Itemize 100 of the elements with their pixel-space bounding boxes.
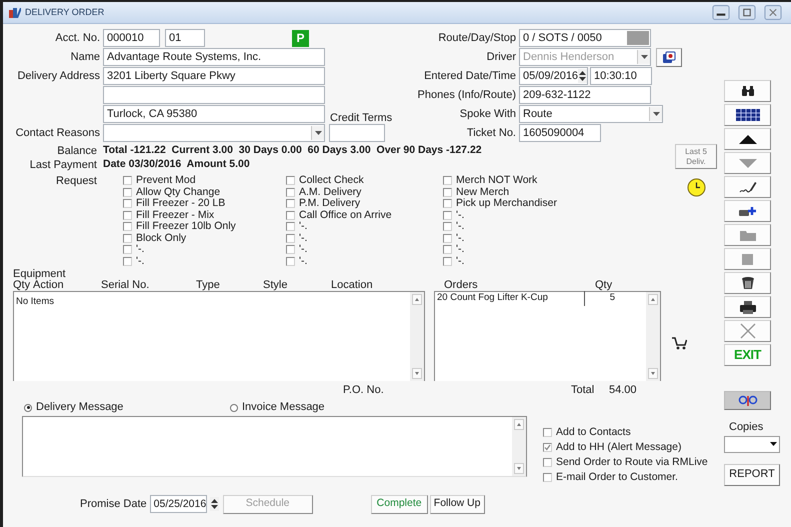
checkbox[interactable]	[286, 188, 295, 197]
checkbox-label: Send Order to Route via RMLive	[556, 454, 708, 470]
print-button[interactable]	[724, 296, 771, 318]
address-field[interactable]	[103, 86, 325, 104]
search-button[interactable]	[724, 80, 771, 102]
move-up-button[interactable]	[724, 128, 771, 150]
cart-icon[interactable]	[672, 337, 687, 350]
field-label: P.O. No.	[343, 382, 385, 398]
checkbox-label: '-.	[299, 256, 308, 267]
toggle-button[interactable]	[724, 391, 771, 410]
checkbox[interactable]	[443, 199, 452, 208]
field-label: Ticket No.	[466, 126, 516, 141]
clock-icon[interactable]	[686, 178, 706, 197]
checkbox[interactable]	[286, 245, 295, 254]
balance-summary: Date 03/30/2016 Amount 5.00	[103, 157, 250, 172]
balance-summary: Total -121.22 Current 3.00 30 Days 0.00 60 Days 3.00 Over 90 Days -127.22	[103, 143, 482, 158]
checkbox-label: Fill Freezer - Mix	[136, 210, 214, 221]
checkbox[interactable]	[443, 234, 452, 243]
checkbox[interactable]	[123, 176, 132, 186]
account-suffix-field[interactable]: 01	[165, 29, 205, 47]
scrollbar[interactable]	[512, 417, 526, 476]
scrollbar[interactable]	[410, 292, 424, 381]
checkbox-label: Add to HH (Alert Message)	[556, 440, 682, 455]
spoke-with-dropdown[interactable]: Route	[519, 105, 663, 123]
checkbox[interactable]	[443, 188, 452, 197]
folder-icon	[740, 229, 756, 241]
checkbox[interactable]	[286, 222, 295, 232]
checkbox[interactable]	[286, 256, 295, 266]
name-field[interactable]: Advantage Route Systems, Inc.	[103, 48, 325, 66]
table-button[interactable]	[724, 104, 771, 126]
scroll-down-button[interactable]	[514, 463, 524, 474]
triangle-down-icon	[738, 158, 756, 168]
checkbox[interactable]	[123, 222, 132, 232]
checkbox[interactable]	[123, 210, 132, 220]
field-label: Contact Reasons	[16, 126, 100, 141]
action-button[interactable]: Follow Up	[430, 494, 485, 514]
signature-button[interactable]	[724, 176, 771, 198]
date-spinner[interactable]	[578, 69, 588, 83]
checkbox[interactable]	[123, 234, 132, 243]
address-field[interactable]: 3201 Liberty Square Pkwy	[103, 67, 325, 85]
scroll-down-button[interactable]	[648, 368, 658, 379]
radio-button[interactable]	[230, 404, 238, 412]
copies-dropdown[interactable]	[724, 436, 780, 452]
scrollbar[interactable]	[646, 292, 660, 381]
link-icon	[738, 395, 758, 406]
scroll-down-button[interactable]	[412, 368, 422, 379]
checkbox[interactable]	[286, 199, 295, 208]
add-button[interactable]	[724, 200, 771, 222]
last-deliveries-button[interactable]: Last 5 Deliv.	[675, 144, 717, 169]
checkbox[interactable]	[286, 210, 295, 220]
time-field[interactable]: 10:30:10	[590, 67, 652, 85]
status-badge: P	[292, 30, 309, 46]
field-label: Phones (Info/Route)	[418, 88, 516, 103]
checkbox[interactable]	[123, 245, 132, 254]
caret-icon	[637, 50, 650, 64]
checkbox[interactable]	[443, 176, 452, 186]
checkbox[interactable]	[443, 245, 452, 254]
contact-button[interactable]	[656, 48, 682, 66]
report-button[interactable]: REPORT	[724, 464, 780, 486]
checkbox[interactable]	[543, 428, 552, 437]
scroll-up-button[interactable]	[514, 419, 524, 430]
checkbox[interactable]	[443, 210, 452, 220]
checkbox-label: P.M. Delivery	[299, 198, 360, 210]
checkbox-label: New Merch	[456, 186, 510, 198]
date-field[interactable]: 05/25/2016	[150, 495, 207, 513]
radio-button[interactable]	[24, 404, 32, 412]
checkbox[interactable]	[543, 458, 552, 467]
checkbox[interactable]	[286, 234, 295, 243]
scroll-up-button[interactable]	[412, 294, 422, 305]
address-field[interactable]: Turlock, CA 95380	[103, 105, 325, 123]
checkbox[interactable]	[443, 222, 452, 232]
section-title: Equipment	[13, 269, 67, 279]
checkbox[interactable]	[123, 256, 132, 266]
radio-label: Delivery Message	[36, 400, 124, 416]
checkbox[interactable]	[543, 443, 552, 452]
contact-reasons-dropdown[interactable]	[103, 124, 325, 142]
checkbox[interactable]	[443, 256, 452, 266]
scroll-up-button[interactable]	[648, 294, 658, 305]
caret-icon	[770, 442, 777, 446]
field-label: Spoke With	[460, 106, 516, 122]
phones-field[interactable]: 209-632-1122	[519, 86, 651, 104]
date-spinner[interactable]	[210, 497, 219, 511]
credit-terms-field[interactable]	[329, 124, 385, 142]
account-number-field[interactable]: 000010	[103, 29, 160, 47]
ticket-field[interactable]: 1605090004	[519, 124, 601, 142]
delete-button[interactable]	[724, 272, 771, 294]
route-field[interactable]: 0 / SOTS / 0050	[519, 29, 651, 47]
field-label: Last Payment	[30, 158, 97, 173]
checkbox[interactable]	[123, 188, 132, 197]
checkbox[interactable]	[543, 473, 552, 482]
checkbox-label: '-.	[299, 244, 308, 256]
folder-button[interactable]	[724, 224, 771, 246]
action-button[interactable]: Complete	[370, 494, 428, 514]
checkbox[interactable]	[286, 176, 295, 186]
checkbox-label: Block Only	[136, 232, 186, 244]
message-text-area[interactable]	[22, 416, 527, 477]
color-swatch	[627, 31, 649, 45]
date-field[interactable]: 05/09/2016	[519, 67, 588, 85]
checkbox-label: '-.	[456, 244, 464, 256]
checkbox[interactable]	[123, 199, 132, 208]
